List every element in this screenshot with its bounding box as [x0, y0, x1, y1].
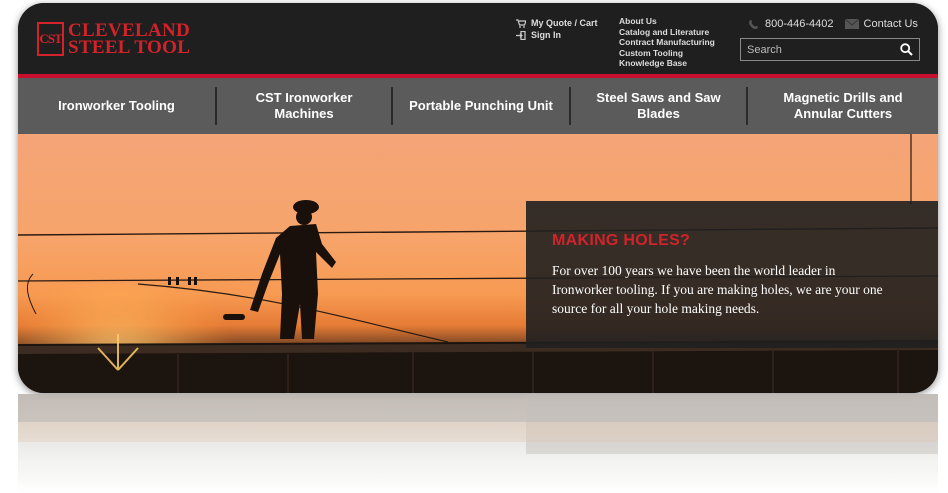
- top-header: CST CLEVELAND STEEL TOOL My Quote / Cart…: [18, 3, 938, 74]
- account-links: My Quote / Cart Sign In: [516, 17, 598, 41]
- site-frame: CST CLEVELAND STEEL TOOL My Quote / Cart…: [18, 3, 938, 393]
- search-icon[interactable]: [900, 43, 913, 56]
- reflection-image: [18, 394, 938, 454]
- link-about-us[interactable]: About Us: [619, 16, 715, 27]
- hero-title: MAKING HOLES?: [552, 232, 691, 249]
- site-logo[interactable]: CST CLEVELAND STEEL TOOL: [37, 21, 190, 57]
- hero-banner: MAKING HOLES? For over 100 years we have…: [18, 134, 938, 393]
- nav-item-portable-punching-unit[interactable]: Portable Punching Unit: [393, 78, 569, 134]
- phone-icon: [749, 19, 758, 29]
- frame-reflection: [18, 394, 938, 493]
- utility-links: About Us Catalog and Literature Contract…: [619, 16, 715, 69]
- nav-item-ironworker-tooling[interactable]: Ironworker Tooling: [18, 78, 215, 134]
- search-input[interactable]: [741, 42, 889, 57]
- sign-in-icon: [516, 30, 526, 40]
- contact-us-link[interactable]: Contact Us: [864, 18, 918, 30]
- logo-name-line2: STEEL TOOL: [68, 37, 191, 58]
- nav-item-cst-ironworker-machines[interactable]: CST Ironworker Machines: [217, 78, 391, 134]
- link-contract-manufacturing[interactable]: Contract Manufacturing: [619, 37, 715, 48]
- cart-icon: [516, 18, 526, 28]
- link-catalog[interactable]: Catalog and Literature: [619, 27, 715, 38]
- hero-text-panel: MAKING HOLES? For over 100 years we have…: [526, 201, 938, 348]
- sign-in-link[interactable]: Sign In: [516, 29, 598, 41]
- nav-item-magnetic-drills[interactable]: Magnetic Drills and Annular Cutters: [748, 78, 938, 134]
- sign-in-label: Sign In: [531, 30, 561, 40]
- phone-number[interactable]: 800-446-4402: [765, 18, 834, 30]
- search-box: [740, 38, 920, 61]
- logo-text: CLEVELAND STEEL TOOL: [68, 21, 191, 58]
- logo-mark: CST: [37, 22, 64, 56]
- quote-cart-link[interactable]: My Quote / Cart: [516, 17, 598, 29]
- hero-body: For over 100 years we have been the worl…: [552, 263, 883, 316]
- link-custom-tooling[interactable]: Custom Tooling: [619, 48, 715, 59]
- nav-item-steel-saws[interactable]: Steel Saws and Saw Blades: [571, 78, 746, 134]
- link-knowledge-base[interactable]: Knowledge Base: [619, 58, 715, 69]
- quote-cart-label: My Quote / Cart: [531, 18, 598, 28]
- contact-row: 800-446-4402 Contact Us: [748, 18, 918, 30]
- main-nav: Ironworker Tooling CST Ironworker Machin…: [18, 78, 938, 134]
- mail-icon: [844, 19, 859, 29]
